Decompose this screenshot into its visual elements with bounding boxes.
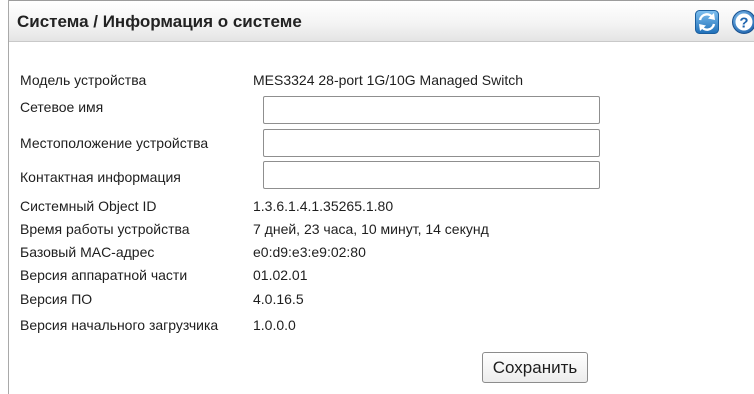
- uptime-label: Время работы устройства: [20, 221, 190, 237]
- panel-header: Система / Информация о системе ?: [9, 0, 754, 42]
- boot-version-value: 1.0.0.0: [253, 317, 296, 333]
- boot-version-label: Версия начального загрузчика: [20, 317, 219, 333]
- model-value: MES3324 28-port 1G/10G Managed Switch: [253, 72, 524, 88]
- uptime-value: 7 дней, 23 часа, 10 минут, 14 секунд: [253, 221, 489, 237]
- hw-version-value: 01.02.01: [253, 267, 308, 283]
- save-button[interactable]: Сохранить: [482, 352, 588, 383]
- object-id-label: Системный Object ID: [20, 198, 157, 214]
- contact-input[interactable]: [263, 161, 600, 189]
- system-info-panel: Система / Информация о системе ? Модель …: [8, 0, 754, 394]
- help-icon[interactable]: ?: [731, 9, 754, 35]
- mac-label: Базовый MAC-адрес: [20, 244, 155, 260]
- object-id-value: 1.3.6.1.4.1.35265.1.80: [253, 198, 394, 214]
- location-label: Местоположение устройства: [20, 135, 209, 151]
- model-label: Модель устройства: [20, 72, 147, 88]
- hostname-input[interactable]: [263, 96, 600, 124]
- svg-text:?: ?: [739, 15, 748, 32]
- sw-version-label: Версия ПО: [20, 291, 93, 307]
- location-input[interactable]: [263, 129, 600, 157]
- contact-label: Контактная информация: [20, 169, 181, 185]
- mac-value: e0:d9:e3:e9:02:80: [253, 244, 366, 260]
- page-title: Система / Информация о системе: [17, 12, 302, 31]
- hostname-label: Сетевое имя: [20, 99, 104, 115]
- sw-version-value: 4.0.16.5: [253, 291, 304, 307]
- hw-version-label: Версия аппаратной части: [20, 267, 188, 283]
- refresh-icon[interactable]: [694, 9, 720, 35]
